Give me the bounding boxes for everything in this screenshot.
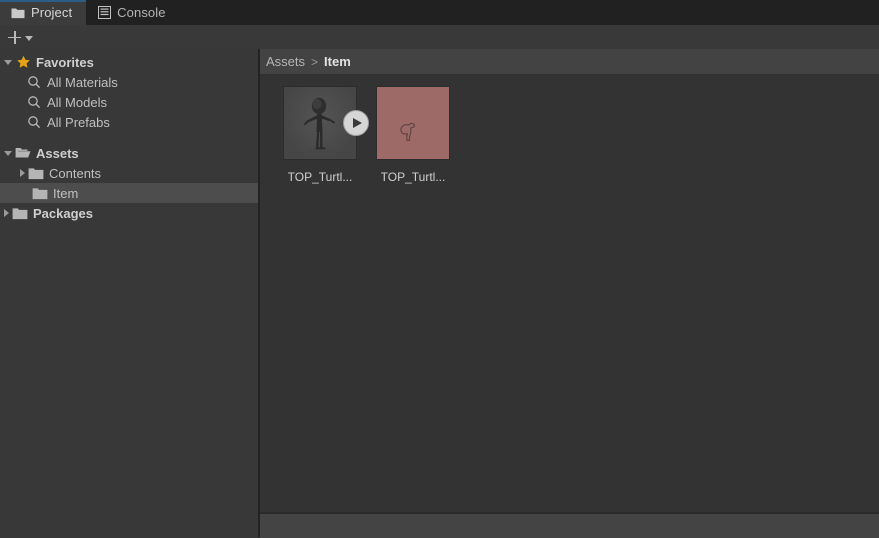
tree-section-spacer bbox=[0, 132, 258, 143]
folder-icon bbox=[12, 205, 28, 221]
search-icon bbox=[26, 114, 42, 130]
list-lines-icon bbox=[97, 6, 111, 20]
asset-item-label: TOP_Turtl... bbox=[287, 170, 353, 184]
plus-icon bbox=[8, 30, 21, 44]
project-toolbar bbox=[0, 25, 879, 50]
folder-icon bbox=[32, 185, 48, 201]
tree-item-assets-label: Assets bbox=[36, 145, 79, 161]
tab-project-label: Project bbox=[31, 5, 73, 20]
folder-open-icon bbox=[15, 145, 31, 161]
tree-item-all-materials[interactable]: All Materials bbox=[0, 72, 258, 92]
status-bar bbox=[260, 513, 879, 538]
tree-item-item[interactable]: Item bbox=[0, 183, 258, 203]
breadcrumb: Assets > Item bbox=[260, 49, 879, 75]
tree-item-all-models-label: All Models bbox=[47, 94, 107, 110]
project-tree-panel[interactable]: Favorites All Materials All Models All P… bbox=[0, 49, 258, 537]
folder-icon bbox=[11, 6, 25, 20]
material-thumbnail[interactable] bbox=[376, 86, 450, 160]
folder-icon bbox=[28, 165, 44, 181]
search-icon bbox=[26, 74, 42, 90]
tree-item-all-materials-label: All Materials bbox=[47, 74, 118, 90]
breadcrumb-item[interactable]: Item bbox=[324, 54, 351, 69]
asset-item-label: TOP_Turtl... bbox=[380, 170, 446, 184]
breadcrumb-separator-icon: > bbox=[311, 54, 319, 69]
tree-item-contents[interactable]: Contents bbox=[0, 163, 258, 183]
tab-console[interactable]: Console bbox=[86, 0, 179, 25]
model-thumbnail[interactable] bbox=[283, 86, 369, 160]
create-asset-button[interactable] bbox=[0, 26, 39, 48]
search-icon bbox=[26, 94, 42, 110]
tree-item-all-prefabs-label: All Prefabs bbox=[47, 114, 110, 130]
play-button-overlay[interactable] bbox=[343, 110, 369, 136]
window-tab-bar: Project Console bbox=[0, 0, 879, 25]
play-icon bbox=[353, 118, 362, 128]
tab-project[interactable]: Project bbox=[0, 0, 87, 25]
tree-item-all-prefabs[interactable]: All Prefabs bbox=[0, 112, 258, 132]
tree-item-contents-label: Contents bbox=[49, 165, 102, 181]
disclosure-triangle-closed-icon[interactable] bbox=[20, 169, 25, 177]
tree-item-assets[interactable]: Assets bbox=[0, 143, 258, 163]
disclosure-triangle-open-icon[interactable] bbox=[4, 59, 12, 65]
tab-console-label: Console bbox=[117, 5, 166, 20]
tree-item-packages[interactable]: Packages bbox=[0, 203, 258, 223]
breadcrumb-assets[interactable]: Assets bbox=[266, 54, 305, 69]
asset-browser-panel: Assets > Item TOP_Turtl... TOP_Turtl... bbox=[260, 49, 879, 538]
tree-item-favorites-label: Favorites bbox=[36, 54, 94, 70]
disclosure-triangle-open-icon[interactable] bbox=[4, 150, 12, 156]
star-icon bbox=[15, 54, 31, 70]
tree-item-all-models[interactable]: All Models bbox=[0, 92, 258, 112]
asset-item[interactable]: TOP_Turtl... bbox=[376, 86, 450, 184]
disclosure-triangle-closed-icon[interactable] bbox=[4, 209, 9, 217]
asset-tree: Favorites All Materials All Models All P… bbox=[0, 49, 258, 223]
asset-grid[interactable]: TOP_Turtl... TOP_Turtl... bbox=[260, 75, 879, 523]
tree-item-favorites[interactable]: Favorites bbox=[0, 52, 258, 72]
chevron-down-icon bbox=[25, 35, 33, 41]
tree-item-packages-label: Packages bbox=[33, 205, 93, 221]
tree-item-item-label: Item bbox=[53, 185, 79, 201]
asset-item[interactable]: TOP_Turtl... bbox=[283, 86, 369, 184]
